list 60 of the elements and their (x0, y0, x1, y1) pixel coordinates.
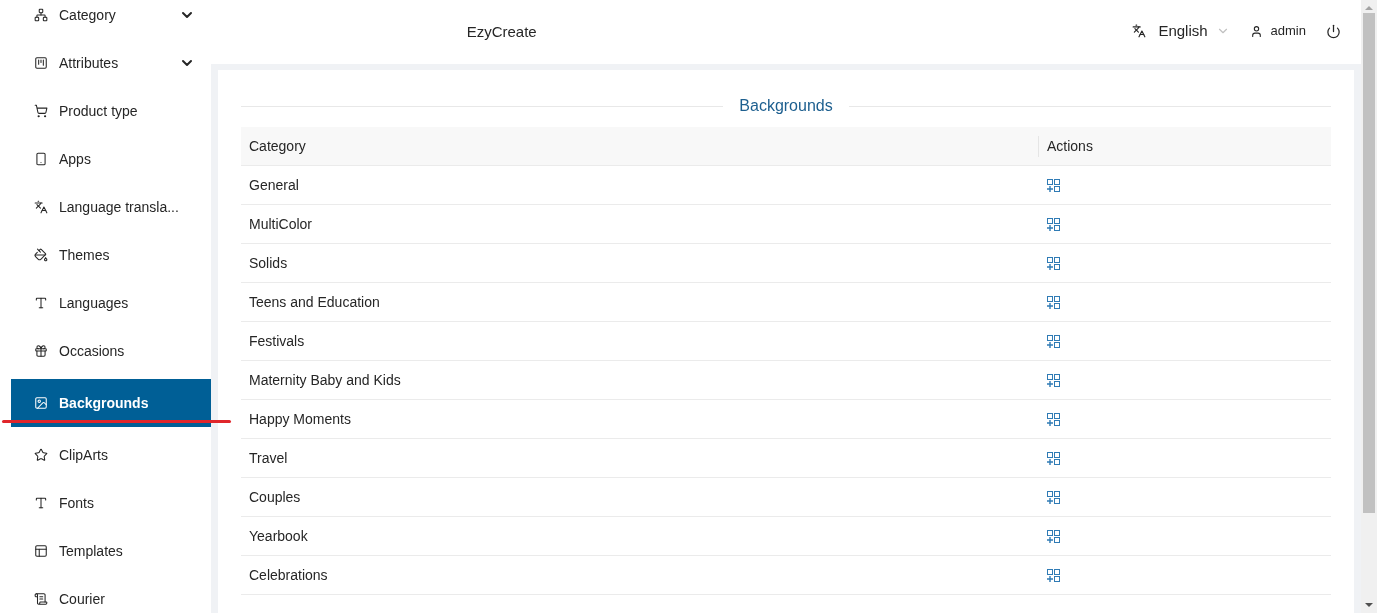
sidebar-item[interactable]: Backgrounds (11, 379, 211, 427)
hierarchy-icon (34, 8, 48, 22)
grid-plus-icon[interactable] (1047, 412, 1060, 426)
table-cell-text: Happy Moments (248, 409, 352, 429)
table-cell-text: Solids (248, 253, 289, 273)
text-size-icon (34, 496, 48, 510)
scrollbar-thumb[interactable] (1363, 13, 1375, 513)
user-icon (1249, 24, 1263, 38)
sidebar-item[interactable]: Category (0, 0, 211, 39)
sidebar-item[interactable]: Apps (0, 135, 211, 183)
grid-plus-icon[interactable] (1047, 373, 1060, 387)
sidebar-item[interactable]: Product type (0, 87, 211, 135)
scrollbar[interactable] (1361, 0, 1377, 613)
table-cell-text: General (248, 175, 300, 195)
kanban-icon (34, 56, 48, 70)
sidebar-item[interactable]: Occasions (0, 327, 211, 375)
sidebar-item[interactable]: Languages (0, 279, 211, 327)
scroll-down-icon[interactable] (1365, 603, 1373, 607)
text-size-icon (34, 296, 48, 310)
table-cell-text: MultiColor (248, 214, 313, 234)
page-title: Backgrounds (739, 96, 833, 116)
cart-icon (34, 104, 48, 118)
table-cell-text: Festivals (248, 331, 306, 351)
paint-bucket-icon (34, 248, 48, 262)
translate-icon[interactable] (1132, 24, 1147, 38)
phone-icon (34, 152, 48, 166)
sidebar-item[interactable]: Fonts (0, 479, 211, 527)
sidebar-item[interactable]: Templates (0, 527, 211, 575)
receipt-icon (34, 592, 48, 606)
grid-plus-icon[interactable] (1047, 568, 1060, 582)
column-header: Actions (1038, 135, 1093, 157)
table-cell-text: Maternity Baby and Kids (248, 370, 402, 390)
sidebar-item[interactable]: Language transla... (0, 183, 211, 231)
table-cell-text: Couples (248, 487, 302, 507)
image-icon (34, 396, 48, 410)
sidebar-item[interactable]: Themes (0, 231, 211, 279)
sidebar-item[interactable]: Courier (0, 575, 211, 613)
user-name[interactable]: admin (1270, 21, 1306, 41)
grid-plus-icon[interactable] (1047, 490, 1060, 504)
grid-plus-icon[interactable] (1047, 451, 1060, 465)
language-select[interactable]: English (1158, 19, 1208, 43)
gift-icon (34, 344, 48, 358)
app-title: EzyCreate (466, 21, 537, 42)
star-icon (34, 448, 48, 462)
grid-plus-icon[interactable] (1047, 529, 1060, 543)
grid-plus-icon[interactable] (1047, 178, 1060, 192)
grid-plus-icon[interactable] (1047, 217, 1060, 231)
grid-plus-icon[interactable] (1047, 295, 1060, 309)
layout-icon (34, 544, 48, 558)
power-icon[interactable] (1326, 23, 1341, 39)
table-cell-text: Yearbook (248, 526, 309, 546)
table-cell-text: Travel (248, 448, 289, 468)
sidebar-item[interactable]: ClipArts (0, 431, 211, 479)
grid-plus-icon[interactable] (1047, 334, 1060, 348)
table-cell-text: Celebrations (248, 565, 329, 585)
table-cell-text: Teens and Education (248, 292, 381, 312)
translate-icon (34, 200, 48, 214)
column-header: Category (248, 136, 307, 156)
sidebar-item[interactable]: Attributes (0, 39, 211, 87)
grid-plus-icon[interactable] (1047, 256, 1060, 270)
